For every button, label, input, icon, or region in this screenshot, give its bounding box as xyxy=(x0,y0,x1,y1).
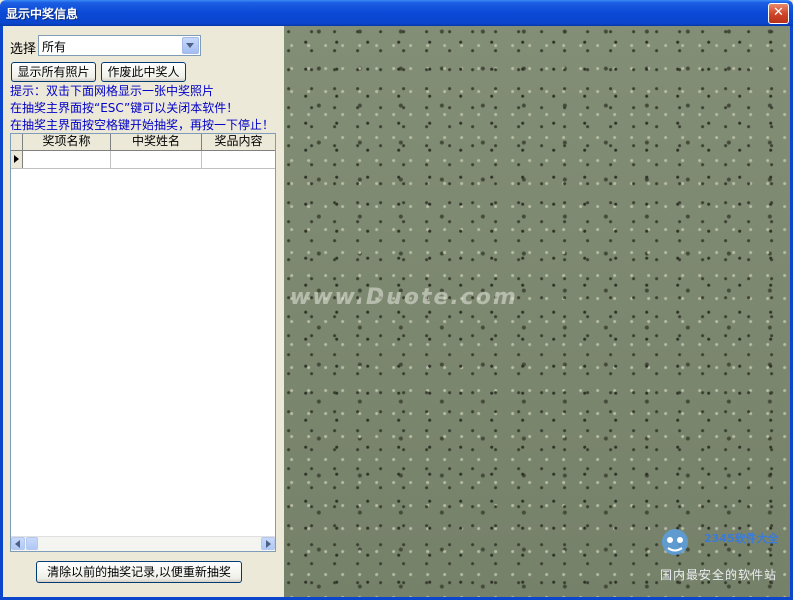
grid-cell[interactable] xyxy=(111,151,202,168)
void-winner-button[interactable]: 作废此中奖人 xyxy=(101,62,186,82)
winners-grid[interactable]: 奖项名称 中奖姓名 奖品内容 xyxy=(10,133,276,552)
site-logo-title: 2345软件大全 xyxy=(704,532,779,545)
grid-cell[interactable] xyxy=(202,151,275,168)
filter-label: 选择 xyxy=(10,42,37,57)
table-row[interactable] xyxy=(11,151,275,169)
close-button[interactable]: ✕ xyxy=(768,3,789,24)
scroll-right-icon[interactable] xyxy=(261,537,275,550)
watermark-text: www.Duote.com xyxy=(290,285,518,310)
column-header-prize-name[interactable]: 奖项名称 xyxy=(23,134,111,150)
window-frame-left xyxy=(0,26,3,600)
site-logo-tagline: 国内最安全的软件站 xyxy=(660,568,778,582)
scroll-left-icon[interactable] xyxy=(11,537,25,550)
title-bar[interactable]: 显示中奖信息 ✕ xyxy=(0,0,793,26)
column-header-prize-content[interactable]: 奖品内容 xyxy=(202,134,275,150)
window-title: 显示中奖信息 xyxy=(6,7,79,21)
hint-line-2: 在抽奖主界面按“ESC”键可以关闭本软件！ xyxy=(10,101,239,115)
hint-line-1: 提示：双击下面网格显示一张中奖照片 xyxy=(10,84,215,98)
horizontal-scrollbar[interactable] xyxy=(11,536,275,551)
main-window: 显示中奖信息 ✕ 选择 所有 显示所有照片 作废此中奖人 提示：双击下面网格显示… xyxy=(0,0,793,600)
winner-photo-area[interactable] xyxy=(284,26,790,597)
grid-corner xyxy=(11,134,23,150)
clear-records-button[interactable]: 清除以前的抽奖记录,以便重新抽奖 xyxy=(36,561,242,583)
column-header-winner-name[interactable]: 中奖姓名 xyxy=(111,134,202,150)
hint-line-3: 在抽奖主界面按空格键开始抽奖，再按一下停止！ xyxy=(10,118,275,132)
show-all-photos-button[interactable]: 显示所有照片 xyxy=(11,62,96,82)
scroll-thumb[interactable] xyxy=(26,537,38,550)
grid-cell[interactable] xyxy=(23,151,111,168)
filter-selected-value: 所有 xyxy=(42,40,67,54)
grid-header: 奖项名称 中奖姓名 奖品内容 xyxy=(11,134,275,151)
filter-combobox[interactable]: 所有 xyxy=(38,35,201,56)
chevron-down-icon[interactable] xyxy=(182,37,199,54)
site-logo-icon xyxy=(662,529,688,555)
